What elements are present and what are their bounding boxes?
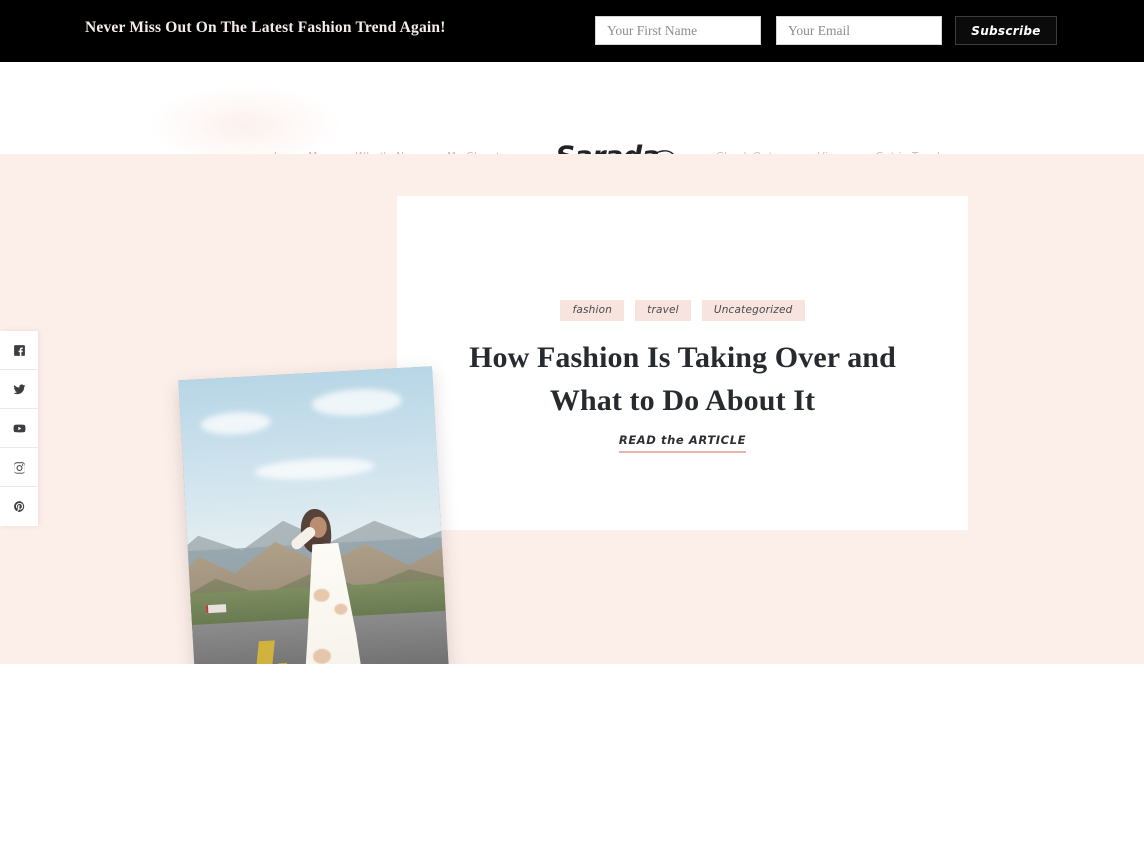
- main-features-section: Main Features Even though they are often…: [0, 664, 1144, 858]
- read-article-link[interactable]: READ the ARTICLE: [618, 433, 747, 453]
- social-link-instagram[interactable]: [0, 448, 38, 487]
- twitter-icon: [13, 383, 25, 394]
- hero-post-title[interactable]: How Fashion Is Taking Over and What to D…: [437, 336, 928, 422]
- hero-slider: fashion travel Uncategorized How Fashion…: [0, 154, 1144, 664]
- photo-floral-motif: [334, 603, 348, 615]
- youtube-icon: [13, 424, 25, 432]
- hero-featured-image[interactable]: [178, 366, 454, 664]
- hero-tag-uncategorized[interactable]: Uncategorized: [701, 300, 805, 321]
- newsletter-topbar: Never Miss Out On The Latest Fashion Tre…: [0, 0, 1144, 62]
- header-watercolor-wash: [150, 86, 340, 154]
- site-header: Learn More ABOUT What's New SHOP ⌄ My Cl…: [0, 62, 1144, 154]
- social-link-pinterest[interactable]: [0, 487, 38, 526]
- facebook-icon: [13, 344, 25, 356]
- site-logo[interactable]: Sarada Fashion · Travel · Lifestyle: [535, 142, 680, 154]
- newsletter-tagline: Never Miss Out On The Latest Fashion Tre…: [85, 19, 446, 36]
- hero-tag-fashion[interactable]: fashion: [560, 300, 625, 321]
- photo-floral-motif: [313, 588, 330, 602]
- hero-cta-wrap: READ the ARTICLE: [397, 431, 968, 453]
- hero-content-card: fashion travel Uncategorized How Fashion…: [397, 196, 968, 530]
- hero-tag-list: fashion travel Uncategorized: [397, 300, 968, 321]
- email-input[interactable]: [776, 16, 942, 45]
- instagram-icon: [13, 461, 25, 474]
- photo-roadside-sign: [206, 603, 227, 613]
- social-sidebar: [0, 331, 38, 526]
- subscribe-button[interactable]: Subscribe: [955, 16, 1057, 45]
- social-link-twitter[interactable]: [0, 370, 38, 409]
- social-link-facebook[interactable]: [0, 331, 38, 370]
- social-link-youtube[interactable]: [0, 409, 38, 448]
- pinterest-icon: [13, 501, 24, 512]
- photo-floral-motif: [312, 649, 331, 664]
- hero-tag-travel[interactable]: travel: [635, 300, 691, 321]
- first-name-input[interactable]: [595, 16, 761, 45]
